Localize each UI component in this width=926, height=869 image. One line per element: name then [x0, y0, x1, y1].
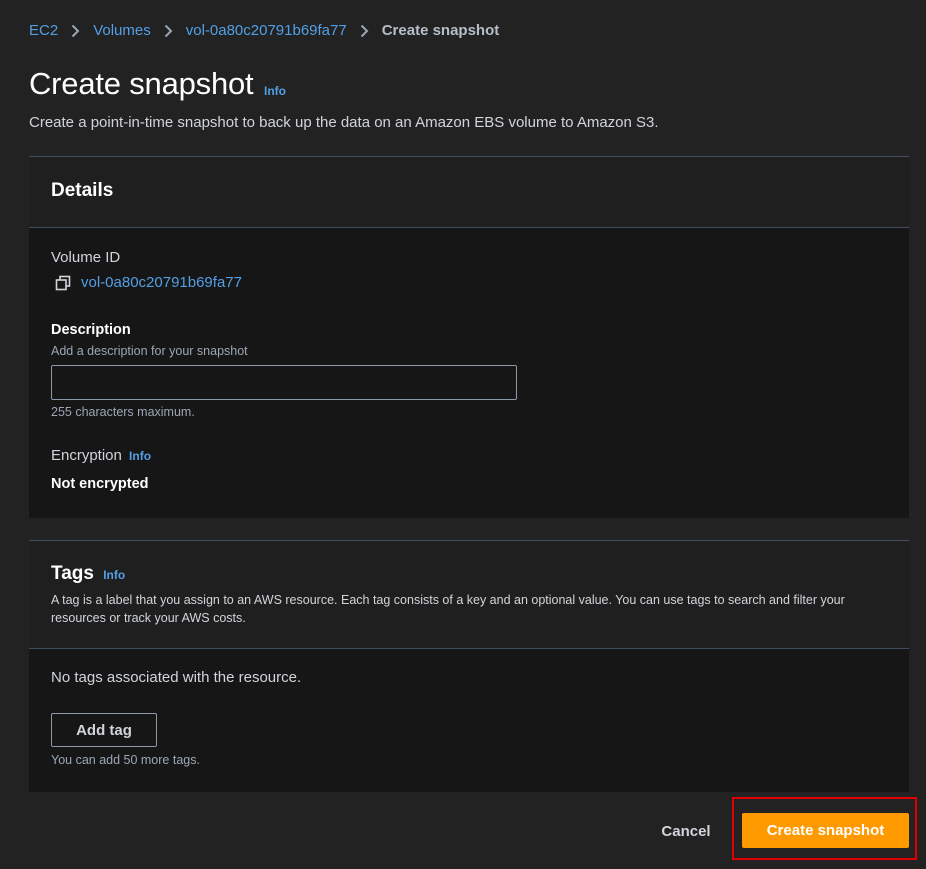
volume-id-label: Volume ID [51, 249, 121, 266]
create-snapshot-button[interactable]: Create snapshot [742, 813, 909, 848]
tags-panel: Tags Info A tag is a label that you assi… [29, 540, 909, 792]
description-label: Description [51, 322, 131, 338]
encryption-info-link[interactable]: Info [129, 449, 151, 463]
details-header: Details [29, 157, 909, 228]
encryption-label-text: Encryption [51, 447, 122, 464]
details-heading: Details [51, 180, 114, 201]
breadcrumb: EC2 Volumes vol-0a80c20791b69fa77 Create… [29, 22, 499, 39]
encryption-label: Encryption Info [51, 447, 151, 464]
tags-limit: You can add 50 more tags. [51, 753, 200, 767]
tags-description: A tag is a label that you assign to an A… [51, 593, 845, 625]
chevron-right-icon [71, 24, 80, 38]
tags-header: Tags Info A tag is a label that you assi… [29, 541, 909, 649]
breadcrumb-ec2[interactable]: EC2 [29, 22, 58, 39]
breadcrumb-volume-id[interactable]: vol-0a80c20791b69fa77 [186, 22, 347, 39]
tags-heading: Tags [51, 563, 94, 584]
page-description: Create a point-in-time snapshot to back … [29, 114, 659, 131]
encryption-value: Not encrypted [51, 476, 149, 492]
description-constraint: 255 characters maximum. [51, 405, 195, 419]
breadcrumb-volumes[interactable]: Volumes [93, 22, 151, 39]
add-tag-button[interactable]: Add tag [51, 713, 157, 747]
volume-id-row: vol-0a80c20791b69fa77 [55, 274, 242, 291]
description-hint: Add a description for your snapshot [51, 344, 248, 358]
breadcrumb-current: Create snapshot [381, 22, 500, 39]
tags-empty-message: No tags associated with the resource. [51, 669, 302, 686]
tags-heading-row: Tags Info [51, 563, 125, 585]
cancel-button[interactable]: Cancel [652, 815, 720, 847]
volume-id-link[interactable]: vol-0a80c20791b69fa77 [81, 274, 242, 291]
title-info-link[interactable]: Info [264, 84, 286, 98]
description-input[interactable] [51, 365, 517, 400]
chevron-right-icon [164, 24, 173, 38]
copy-icon[interactable] [55, 275, 71, 291]
page-title: Create snapshot [29, 66, 254, 101]
tags-info-link[interactable]: Info [103, 568, 125, 582]
chevron-right-icon [360, 24, 369, 38]
details-panel: Details Volume ID vol-0a80c20791b69fa77 … [29, 156, 909, 518]
